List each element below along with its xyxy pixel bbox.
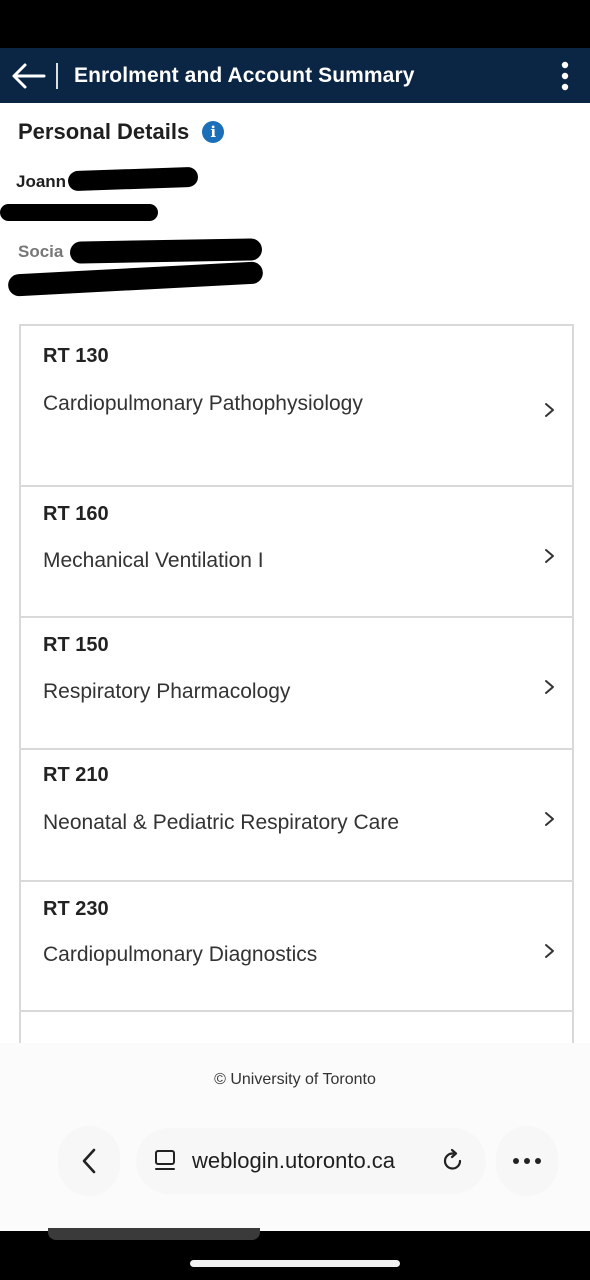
personal-details-heading: Personal Details i xyxy=(18,119,225,145)
arrow-left-icon[interactable] xyxy=(0,48,56,103)
page-title: Enrolment and Account Summary xyxy=(74,63,415,87)
course-item[interactable]: RT 160 Mechanical Ventilation I xyxy=(21,487,572,618)
course-item[interactable]: RT 230 Cardiopulmonary Diagnostics xyxy=(21,882,572,1012)
course-code: RT 150 xyxy=(43,634,109,656)
course-code: RT 210 xyxy=(43,764,109,786)
course-title: Respiratory Pharmacology xyxy=(43,680,291,703)
course-title: Mechanical Ventilation I xyxy=(43,549,264,572)
redaction-mark xyxy=(67,166,199,192)
home-indicator[interactable] xyxy=(190,1260,400,1267)
kebab-menu-icon[interactable] xyxy=(540,48,590,103)
main-content: Personal Details i Joann Socia RT 130 Ca… xyxy=(0,103,590,1043)
page-icon[interactable] xyxy=(152,1148,178,1174)
student-name: Joann xyxy=(16,172,67,191)
course-item[interactable]: RT 130 Cardiopulmonary Pathophysiology xyxy=(21,326,572,487)
chevron-right-icon xyxy=(545,403,554,417)
chevron-right-icon xyxy=(545,944,554,958)
address-bar[interactable]: weblogin.utoronto.ca xyxy=(136,1128,486,1194)
more-horizontal-icon[interactable] xyxy=(496,1126,558,1196)
course-item[interactable]: RT 150 Respiratory Pharmacology xyxy=(21,618,572,750)
url-text: weblogin.utoronto.ca xyxy=(192,1148,396,1173)
header-divider xyxy=(56,62,58,89)
chevron-right-icon xyxy=(545,680,554,694)
course-code: RT 160 xyxy=(43,503,109,525)
chevron-left-icon[interactable] xyxy=(58,1126,120,1196)
bottom-shadow xyxy=(48,1228,260,1240)
redaction-mark xyxy=(0,204,158,221)
course-title: Neonatal & Pediatric Respiratory Care xyxy=(43,811,399,834)
field-label: Socia xyxy=(18,242,64,261)
app-header: Enrolment and Account Summary xyxy=(0,48,590,103)
course-title: Cardiopulmonary Diagnostics xyxy=(43,943,318,966)
course-title: Cardiopulmonary Pathophysiology xyxy=(43,392,363,415)
chevron-right-icon xyxy=(545,549,554,563)
course-list: RT 130 Cardiopulmonary Pathophysiology R… xyxy=(19,324,574,1043)
reload-icon[interactable] xyxy=(440,1148,466,1174)
copyright-text: © University of Toronto xyxy=(214,1071,376,1088)
course-code: RT 130 xyxy=(43,345,109,367)
section-title: Personal Details xyxy=(18,119,190,144)
course-item[interactable]: RT 210 Neonatal & Pediatric Respiratory … xyxy=(21,750,572,882)
chevron-right-icon xyxy=(545,812,554,826)
browser-toolbar: weblogin.utoronto.ca xyxy=(0,1126,590,1196)
redaction-mark xyxy=(7,261,264,297)
info-icon[interactable]: i xyxy=(202,121,225,143)
footer: © University of Toronto weblogin.utoront… xyxy=(0,1043,590,1231)
course-code: RT 230 xyxy=(43,898,109,920)
status-bar xyxy=(0,0,590,48)
course-item[interactable] xyxy=(21,1012,572,1043)
redaction-mark xyxy=(69,238,263,264)
